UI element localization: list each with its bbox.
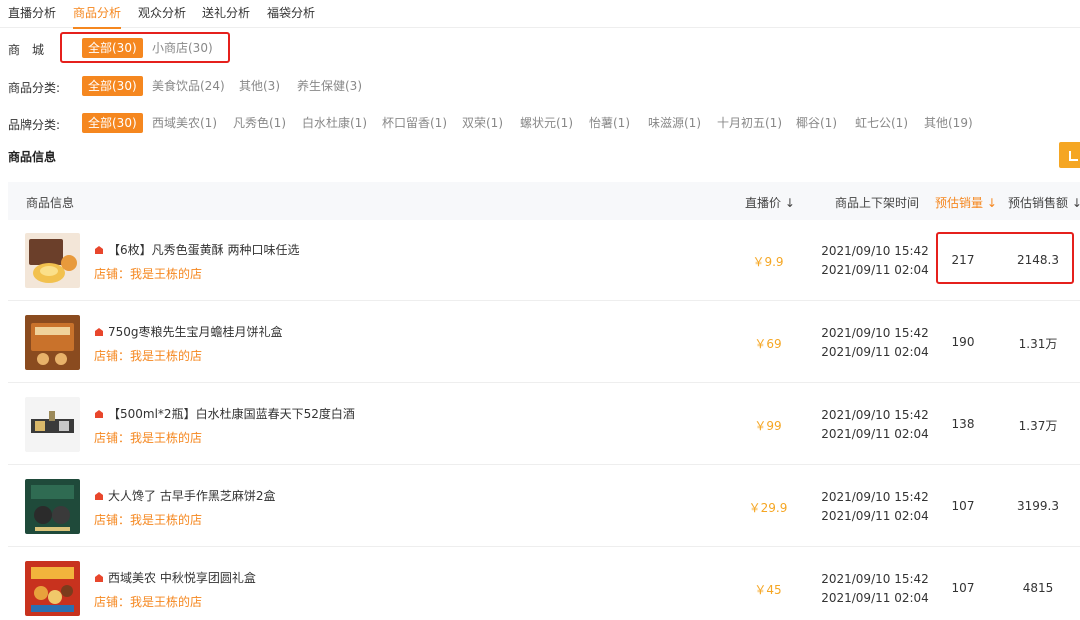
tab-product-analysis[interactable]: 商品分析 xyxy=(73,4,122,29)
product-title[interactable]: 750g枣粮先生宝月蟾桂月饼礼盒 xyxy=(94,323,283,340)
brand-chip-xiyumeinong[interactable]: 西域美农(1) xyxy=(146,113,223,133)
time-on: 2021/09/10 15:42 xyxy=(821,408,929,422)
time-on: 2021/09/10 15:42 xyxy=(821,244,929,258)
category-chip-health[interactable]: 养生保健(3) xyxy=(291,76,368,96)
table-row[interactable]: 【500ml*2瓶】白水杜康国蓝春天下52度白酒 店铺：我是王栋的店 ￥99 2… xyxy=(8,383,1080,465)
product-icon xyxy=(95,410,103,418)
category-filter-label: 商品分类: xyxy=(8,81,61,95)
time-off: 2021/09/11 02:04 xyxy=(821,427,929,441)
est-amount: 1.37万 xyxy=(1018,419,1058,433)
table-header: 商品信息 直播价 ↓ 商品上下架时间 预估销量 ↓ 预估销售额 ↓ xyxy=(8,182,1080,220)
shop-link[interactable]: 店铺：我是王栋的店 xyxy=(94,511,202,528)
product-title-text: 【6枚】凡秀色蛋黄酥 两种口味任选 xyxy=(108,243,300,257)
header-est-sales-sort[interactable]: 预估销量 ↓ xyxy=(935,194,997,211)
export-button[interactable] xyxy=(1059,142,1080,168)
table-row[interactable]: 西域美农 中秋悦享团圆礼盒 店铺：我是王栋的店 ￥45 2021/09/10 1… xyxy=(8,547,1080,620)
header-shelf-time: 商品上下架时间 xyxy=(835,196,920,210)
product-thumbnail xyxy=(25,315,80,370)
est-amount: 3199.3 xyxy=(1017,499,1059,513)
mall-chip-small-shop[interactable]: 小商店(30) xyxy=(146,38,219,58)
product-icon xyxy=(95,492,103,500)
est-sales: 107 xyxy=(951,581,975,595)
brand-chip-baishuidukang[interactable]: 白水杜康(1) xyxy=(296,113,373,133)
time-off: 2021/09/11 02:04 xyxy=(821,345,929,359)
brand-chip-weiziyuan[interactable]: 味滋源(1) xyxy=(642,113,707,133)
brand-chip-yishu[interactable]: 怡薯(1) xyxy=(583,113,636,133)
analysis-tabs: 直播分析 商品分析 观众分析 送礼分析 福袋分析 xyxy=(0,0,1080,29)
product-title-text: 750g枣粮先生宝月蟾桂月饼礼盒 xyxy=(108,325,283,339)
brand-chip-luozhuangyuan[interactable]: 螺状元(1) xyxy=(514,113,579,133)
tab-live-analysis[interactable]: 直播分析 xyxy=(8,4,56,27)
product-thumbnail xyxy=(25,233,80,288)
shelf-time: 2021/09/10 15:42 2021/09/11 02:04 xyxy=(820,406,930,444)
time-on: 2021/09/10 15:42 xyxy=(821,490,929,504)
shop-link[interactable]: 店铺：我是王栋的店 xyxy=(94,347,202,364)
header-est-amount-sort[interactable]: 预估销售额 ↓ xyxy=(1008,194,1080,211)
table-row[interactable]: 大人馋了 古早手作黑芝麻饼2盒 店铺：我是王栋的店 ￥29.9 2021/09/… xyxy=(8,465,1080,547)
tab-gift-analysis[interactable]: 送礼分析 xyxy=(202,4,250,27)
tab-lucky-bag-analysis[interactable]: 福袋分析 xyxy=(267,4,315,27)
tab-audience-analysis[interactable]: 观众分析 xyxy=(138,4,186,27)
header-live-price-sort[interactable]: 直播价 ↓ xyxy=(745,194,795,211)
est-sales: 107 xyxy=(951,499,975,513)
brand-filter-label: 品牌分类: xyxy=(8,118,61,132)
product-title[interactable]: 【500ml*2瓶】白水杜康国蓝春天下52度白酒 xyxy=(94,405,355,422)
shop-link[interactable]: 店铺：我是王栋的店 xyxy=(94,593,202,610)
live-price: ￥9.9 xyxy=(752,255,784,269)
est-sales: 190 xyxy=(951,335,975,349)
brand-filter-row: 品牌分类: 全部(30) 西域美农(1) 凡秀色(1) 白水杜康(1) 杯口留香… xyxy=(0,113,1080,135)
mall-filter-row: 商 城 全部(30) 小商店(30) xyxy=(0,38,1080,60)
product-icon xyxy=(95,574,103,582)
product-icon xyxy=(95,246,103,254)
est-amount: 2148.3 xyxy=(1017,253,1059,267)
live-price: ￥69 xyxy=(754,337,782,351)
est-sales: 138 xyxy=(951,417,975,431)
product-thumbnail xyxy=(25,397,80,452)
shelf-time: 2021/09/10 15:42 2021/09/11 02:04 xyxy=(820,488,930,526)
brand-chip-beikouliuxiang[interactable]: 杯口留香(1) xyxy=(376,113,453,133)
category-chip-other[interactable]: 其他(3) xyxy=(233,76,286,96)
product-thumbnail xyxy=(25,479,80,534)
shelf-time: 2021/09/10 15:42 2021/09/11 02:04 xyxy=(820,570,930,608)
time-on: 2021/09/10 15:42 xyxy=(821,572,929,586)
brand-chip-fanxiuse[interactable]: 凡秀色(1) xyxy=(227,113,292,133)
brand-chip-shuangrong[interactable]: 双荣(1) xyxy=(456,113,509,133)
section-title-product-info: 商品信息 xyxy=(8,150,57,164)
time-off: 2021/09/11 02:04 xyxy=(821,509,929,523)
table-row[interactable]: 750g枣粮先生宝月蟾桂月饼礼盒 店铺：我是王栋的店 ￥69 2021/09/1… xyxy=(8,301,1080,383)
category-chip-food[interactable]: 美食饮品(24) xyxy=(146,76,231,96)
product-title[interactable]: 西域美农 中秋悦享团圆礼盒 xyxy=(94,569,256,586)
shelf-time: 2021/09/10 15:42 2021/09/11 02:04 xyxy=(820,324,930,362)
time-off: 2021/09/11 02:04 xyxy=(821,591,929,605)
brand-chip-other[interactable]: 其他(19) xyxy=(918,113,979,133)
product-title-text: 大人馋了 古早手作黑芝麻饼2盒 xyxy=(108,489,276,503)
brand-chip-hongqigong[interactable]: 虹七公(1) xyxy=(849,113,914,133)
category-filter-row: 商品分类: 全部(30) 美食饮品(24) 其他(3) 养生保健(3) xyxy=(0,76,1080,98)
product-title-text: 【500ml*2瓶】白水杜康国蓝春天下52度白酒 xyxy=(108,407,355,421)
product-title[interactable]: 【6枚】凡秀色蛋黄酥 两种口味任选 xyxy=(94,241,299,258)
product-title[interactable]: 大人馋了 古早手作黑芝麻饼2盒 xyxy=(94,487,275,504)
brand-chip-yegu[interactable]: 椰谷(1) xyxy=(790,113,843,133)
shop-link[interactable]: 店铺：我是王栋的店 xyxy=(94,265,202,282)
shop-link[interactable]: 店铺：我是王栋的店 xyxy=(94,429,202,446)
live-price: ￥29.9 xyxy=(748,501,788,515)
mall-filter-label: 商 城 xyxy=(8,43,45,57)
header-product-info: 商品信息 xyxy=(26,196,75,210)
est-amount: 4815 xyxy=(1022,581,1054,595)
time-on: 2021/09/10 15:42 xyxy=(821,326,929,340)
est-amount: 1.31万 xyxy=(1018,337,1058,351)
table-row[interactable]: 【6枚】凡秀色蛋黄酥 两种口味任选 店铺：我是王栋的店 ￥9.9 2021/09… xyxy=(8,219,1080,301)
product-thumbnail xyxy=(25,561,80,616)
live-price: ￥99 xyxy=(754,419,782,433)
product-title-text: 西域美农 中秋悦享团圆礼盒 xyxy=(108,571,256,585)
est-sales: 217 xyxy=(951,253,975,267)
mall-chip-all[interactable]: 全部(30) xyxy=(82,38,143,58)
shelf-time: 2021/09/10 15:42 2021/09/11 02:04 xyxy=(820,242,930,280)
product-icon xyxy=(95,328,103,336)
time-off: 2021/09/11 02:04 xyxy=(821,263,929,277)
category-chip-all[interactable]: 全部(30) xyxy=(82,76,143,96)
brand-chip-all[interactable]: 全部(30) xyxy=(82,113,143,133)
live-price: ￥45 xyxy=(754,583,782,597)
brand-chip-shiyuechuwu[interactable]: 十月初五(1) xyxy=(711,113,788,133)
